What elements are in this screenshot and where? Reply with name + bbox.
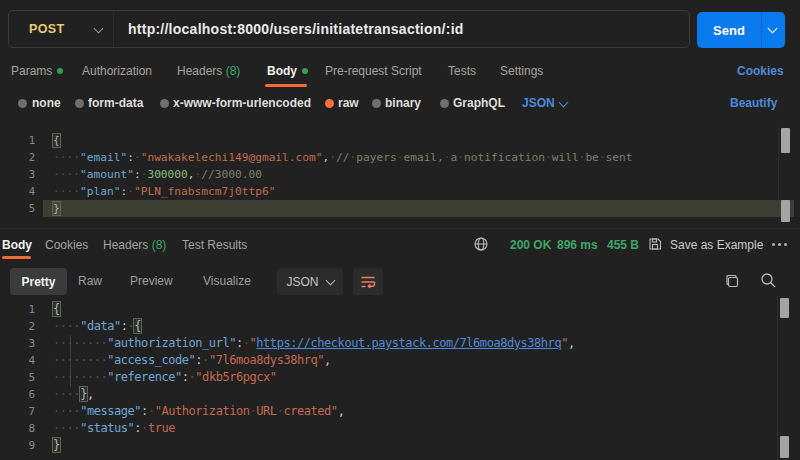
radio-x-www-form-urlencoded[interactable] (160, 99, 169, 108)
active-tab-underline (265, 84, 307, 87)
response-active-tab-underline (2, 256, 31, 259)
request-scrollbar-thumb[interactable] (781, 128, 790, 153)
request-body-editor[interactable]: 1{2····"email":·"nwakakelechi149@gmail.c… (0, 132, 800, 217)
network-globe-icon[interactable] (474, 237, 488, 251)
response-tab-test-results[interactable]: Test Results (182, 232, 247, 258)
response-scrollbar-thumb[interactable] (780, 298, 789, 318)
send-label: Send (697, 23, 761, 38)
format-chevron-icon (325, 275, 335, 285)
url-bar: POST http://localhost:8000/users/initiat… (8, 10, 690, 48)
code-line: 1{ (0, 132, 800, 149)
view-tab-preview[interactable]: Preview (130, 268, 173, 295)
code-line: 8····"status":·true (0, 420, 800, 437)
code-line: 6····}, (0, 386, 800, 403)
send-button[interactable]: Send (697, 12, 785, 48)
line-number: 4 (0, 183, 35, 200)
tab-authorization[interactable]: Authorization (82, 58, 152, 84)
line-number: 3 (0, 166, 35, 183)
save-as-example-button[interactable]: Save as Example (670, 232, 763, 258)
radio-binary[interactable] (372, 99, 381, 108)
response-scrollbar-marker[interactable] (780, 436, 789, 458)
code-line: 2····"data":·{ (0, 318, 800, 335)
code-line: 4····"plan":·"PLN_fnabsmcm7j0ttp6" (0, 183, 800, 200)
line-number: 9 (0, 437, 35, 454)
radio-raw[interactable] (325, 99, 334, 108)
tab-params[interactable]: Params (11, 58, 63, 84)
code-line: 1{ (0, 301, 800, 318)
save-icon[interactable] (648, 237, 662, 251)
radio-label-none[interactable]: none (32, 92, 61, 114)
method-label: POST (29, 22, 65, 36)
tab-headers[interactable]: Headers (8) (177, 58, 240, 84)
radio-label-form-data[interactable]: form-data (88, 92, 143, 114)
line-number: 4 (0, 352, 35, 369)
radio-label-raw[interactable]: raw (338, 92, 359, 114)
line-number: 1 (0, 132, 35, 149)
code-line: 2····"email":·"nwakakelechi149@gmail.com… (0, 149, 800, 166)
radio-graphql[interactable] (440, 99, 449, 108)
language-dropdown[interactable]: JSON (522, 92, 555, 114)
line-number: 2 (0, 149, 35, 166)
radio-label-binary[interactable]: binary (385, 92, 421, 114)
body-mode-row: none form-data x-www-form-urlencoded raw… (0, 92, 800, 114)
send-divider (761, 12, 762, 48)
code-line: 7····"message":·"Authorization·URL·creat… (0, 403, 800, 420)
view-tab-visualize[interactable]: Visualize (203, 268, 251, 295)
response-tab-headers[interactable]: Headers (8) (103, 232, 166, 258)
section-divider (0, 228, 800, 229)
view-tab-pretty[interactable]: Pretty (10, 268, 67, 295)
radio-label-graphql[interactable]: GraphQL (453, 92, 505, 114)
radio-label-x-www-form-urlencoded[interactable]: x-www-form-urlencoded (173, 92, 311, 114)
response-body-viewer[interactable]: 1{2····"data":·{3········"authorization_… (0, 301, 800, 454)
tab-body[interactable]: Body (267, 58, 308, 84)
tab-tests[interactable]: Tests (448, 58, 476, 84)
line-number: 5 (0, 200, 35, 217)
response-format-dropdown[interactable]: JSON (277, 268, 343, 295)
beautify-link[interactable]: Beautify (730, 92, 777, 114)
line-number: 7 (0, 403, 35, 420)
code-line: 3········"authorization_url":·"https://c… (0, 335, 800, 352)
body-dot (302, 68, 308, 74)
code-line: 4········"access_code":·"7l6moa8dys38hrq… (0, 352, 800, 369)
copy-icon[interactable] (723, 272, 740, 289)
line-number: 5 (0, 369, 35, 386)
url-separator (113, 11, 114, 47)
request-scrollbar-marker[interactable] (781, 200, 790, 222)
tab-pre-request-script[interactable]: Pre-request Script (325, 58, 422, 84)
request-tabs: Params Authorization Headers (8) Body Pr… (0, 58, 800, 84)
code-line: 3····"amount":·300000,·//3000.00 (0, 166, 800, 183)
wrap-lines-button[interactable] (353, 268, 383, 295)
more-options-icon[interactable] (772, 243, 787, 246)
params-dot (57, 68, 63, 74)
response-tab-body[interactable]: Body (2, 232, 32, 258)
line-number: 1 (0, 301, 35, 318)
response-size[interactable]: 455 B (607, 232, 639, 258)
response-tab-cookies[interactable]: Cookies (45, 232, 88, 258)
code-line: 9} (0, 437, 800, 454)
code-line: 5········"reference":·"dkb5r6pgcx" (0, 369, 800, 386)
chevron-down-icon (94, 24, 104, 34)
url-input[interactable]: http://localhost:8000/users/initiatetran… (128, 21, 464, 37)
response-status[interactable]: 200 OK (510, 232, 551, 258)
line-number: 3 (0, 335, 35, 352)
tab-settings[interactable]: Settings (500, 58, 543, 84)
search-icon[interactable] (760, 272, 777, 289)
line-number: 2 (0, 318, 35, 335)
wrap-lines-icon (360, 275, 376, 289)
cookies-link[interactable]: Cookies (737, 58, 784, 84)
view-tab-raw[interactable]: Raw (78, 268, 102, 295)
radio-form-data[interactable] (75, 99, 84, 108)
response-time[interactable]: 896 ms (557, 232, 598, 258)
send-chevron-icon[interactable] (768, 24, 778, 34)
code-line: 5} (0, 200, 800, 217)
radio-none[interactable] (18, 99, 27, 108)
line-number: 6 (0, 386, 35, 403)
language-chevron-icon (559, 98, 569, 108)
line-number: 8 (0, 420, 35, 437)
method-selector[interactable]: POST (9, 11, 113, 47)
